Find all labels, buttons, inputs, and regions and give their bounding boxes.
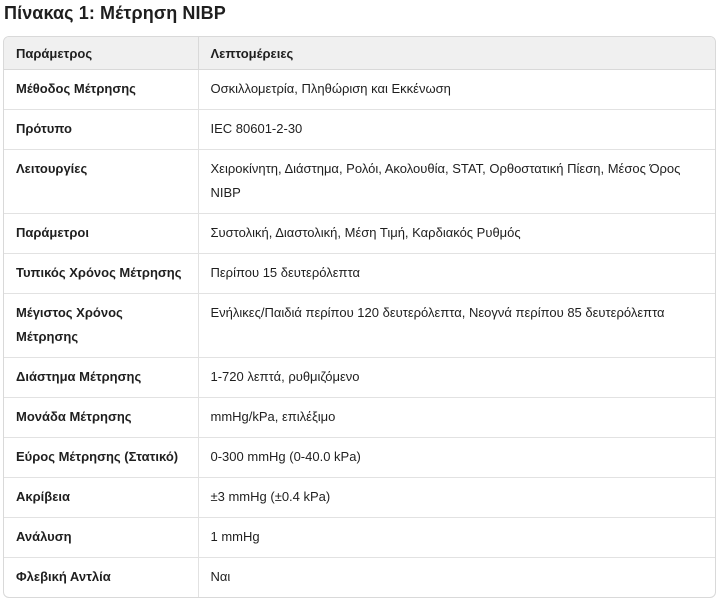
row-details: Χειροκίνητη, Διάστημα, Ρολόι, Ακολουθία,… bbox=[197, 149, 715, 214]
row-details: mmHg/kPa, επιλέξιμο bbox=[197, 397, 715, 438]
nibp-table: Παράμετρος Λεπτομέρειες Μέθοδος Μέτρησης… bbox=[3, 36, 716, 598]
table-row: Εύρος Μέτρησης (Στατικό) 0-300 mmHg (0-4… bbox=[4, 437, 715, 478]
row-details: IEC 80601-2-30 bbox=[197, 109, 715, 150]
row-details: ±3 mmHg (±0.4 kPa) bbox=[197, 477, 715, 518]
table-row: Διάστημα Μέτρησης 1-720 λεπτά, ρυθμιζόμε… bbox=[4, 357, 715, 398]
row-details: 0-300 mmHg (0-40.0 kPa) bbox=[197, 437, 715, 478]
row-param: Εύρος Μέτρησης (Στατικό) bbox=[4, 437, 198, 478]
table-row: Τυπικός Χρόνος Μέτρησης Περίπου 15 δευτε… bbox=[4, 253, 715, 294]
row-details: Ναι bbox=[197, 557, 715, 597]
row-param: Διάστημα Μέτρησης bbox=[4, 357, 198, 398]
nibp-table-grid: Παράμετρος Λεπτομέρειες Μέθοδος Μέτρησης… bbox=[4, 37, 715, 597]
row-param: Λειτουργίες bbox=[4, 149, 198, 214]
row-details: 1-720 λεπτά, ρυθμιζόμενο bbox=[197, 357, 715, 398]
header-details: Λεπτομέρειες bbox=[197, 37, 715, 70]
table-row: Μέγιστος Χρόνος Μέτρησης Ενήλικες/Παιδιά… bbox=[4, 293, 715, 358]
row-details: Συστολική, Διαστολική, Μέση Τιμή, Καρδια… bbox=[197, 213, 715, 254]
row-param: Μέθοδος Μέτρησης bbox=[16, 81, 136, 96]
row-details: Οσκιλλομετρία, Πληθώριση και Εκκένωση bbox=[197, 69, 715, 110]
row-details: Περίπου 15 δευτερόλεπτα bbox=[197, 253, 715, 294]
table-row: Παράμετροι Συστολική, Διαστολική, Μέση Τ… bbox=[4, 213, 715, 254]
table-row: Φλεβική Αντλία Ναι bbox=[4, 557, 715, 597]
table-row: Μέθοδος Μέτρησης Οσκιλλομετρία, Πληθώρισ… bbox=[4, 69, 715, 110]
header-parameter: Παράμετρος bbox=[4, 37, 198, 70]
table-header-row: Παράμετρος Λεπτομέρειες bbox=[4, 37, 715, 70]
table-row: Μονάδα Μέτρησης mmHg/kPa, επιλέξιμο bbox=[4, 397, 715, 438]
page-title: Πίνακας 1: Μέτρηση NIBP bbox=[4, 3, 226, 23]
row-param: Φλεβική Αντλία bbox=[4, 557, 198, 597]
row-param: Ακρίβεια bbox=[4, 477, 198, 518]
row-details: 1 mmHg bbox=[197, 517, 715, 558]
row-param: Ανάλυση bbox=[4, 517, 198, 558]
row-param: Τυπικός Χρόνος Μέτρησης bbox=[4, 253, 198, 294]
table-row: Ανάλυση 1 mmHg bbox=[4, 517, 715, 558]
row-details: Ενήλικες/Παιδιά περίπου 120 δευτερόλεπτα… bbox=[197, 293, 715, 358]
table-row: Πρότυπο IEC 80601-2-30 bbox=[4, 109, 715, 150]
table-row: Λειτουργίες Χειροκίνητη, Διάστημα, Ρολόι… bbox=[4, 149, 715, 214]
row-param: Μονάδα Μέτρησης bbox=[4, 397, 198, 438]
table-row: Ακρίβεια ±3 mmHg (±0.4 kPa) bbox=[4, 477, 715, 518]
row-param: Παράμετροι bbox=[4, 213, 198, 254]
row-param: Μέγιστος Χρόνος Μέτρησης bbox=[4, 293, 198, 358]
row-param: Πρότυπο bbox=[4, 109, 198, 150]
